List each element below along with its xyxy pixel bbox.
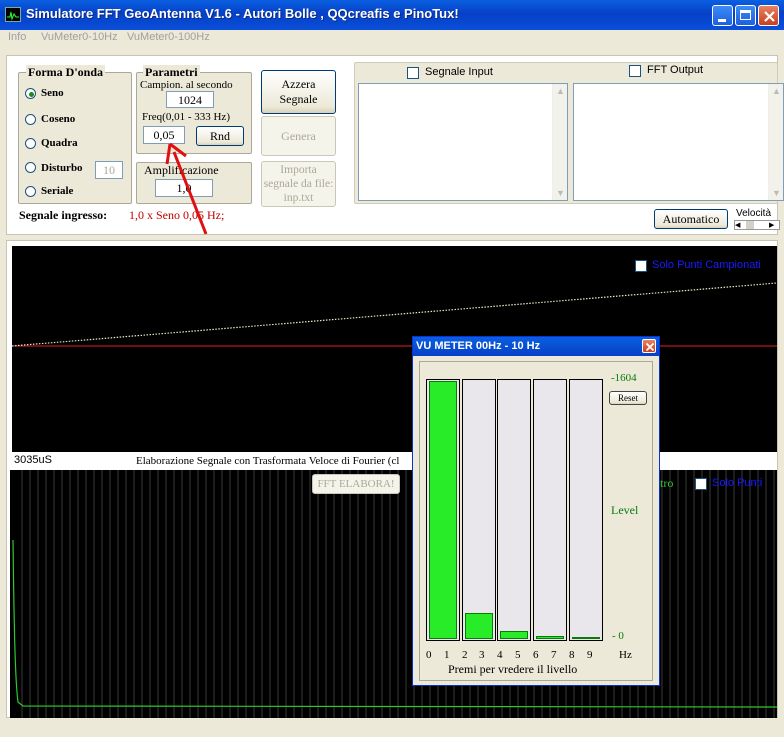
vu-axis-tick: 8	[569, 649, 575, 661]
vu-bar-cell	[462, 379, 496, 641]
vu-bar-cell	[497, 379, 531, 641]
title-bar[interactable]: Simulatore FFT GeoAntenna V1.6 - Autori …	[0, 0, 784, 30]
radio-seriale[interactable]	[25, 186, 36, 197]
vu-axis-tick: 6	[533, 649, 539, 661]
vu-axis-tick: 5	[515, 649, 521, 661]
segnale-ingresso-label: Segnale ingresso:	[19, 208, 108, 222]
freq-label: Freq(0,01 - 333 Hz)	[142, 111, 230, 123]
elapsed-time: 3035uS	[14, 454, 52, 466]
vu-top-value: -1604	[611, 372, 637, 384]
minimize-button[interactable]	[712, 5, 733, 26]
fft-output-checkbox[interactable]	[629, 65, 641, 77]
fft-output-label: FFT Output	[647, 64, 704, 76]
vu-level-label: Level	[611, 503, 639, 517]
radio-coseno[interactable]	[25, 114, 36, 125]
label-seno: Seno	[41, 87, 64, 99]
fft-output-graph: FFT ELABORA! tro Solo Punti	[10, 470, 777, 718]
importa-button[interactable]: Importa segnale da file: inp.txt	[261, 161, 336, 207]
red-arrow-annotation	[165, 142, 208, 235]
label-coseno: Coseno	[41, 113, 76, 125]
automatico-button[interactable]: Automatico	[654, 209, 728, 229]
vu-meter-titlebar[interactable]: VU METER 00Hz - 10 Hz	[413, 337, 659, 356]
genera-button[interactable]: Genera	[261, 116, 336, 156]
fft-output-list[interactable]: ▲ ▼	[573, 83, 784, 201]
campion-label: Campion. al secondo	[140, 79, 233, 91]
menu-vumeter-10[interactable]: VuMeter0-10Hz	[41, 31, 118, 43]
vu-axis-tick: 3	[479, 649, 485, 661]
vu-meter-title: VU METER 00Hz - 10 Hz	[416, 340, 541, 352]
vu-hint: Premi per vredere il livello	[448, 662, 578, 676]
segnale-input-checkbox[interactable]	[407, 67, 419, 79]
window-title: Simulatore FFT GeoAntenna V1.6 - Autori …	[26, 6, 459, 21]
vu-axis-tick: 4	[497, 649, 503, 661]
solo-punti-label: Solo Punti	[712, 477, 763, 489]
segnale-input-label: Segnale Input	[425, 66, 493, 78]
vu-bottom-value: - 0	[612, 630, 624, 642]
vu-meter-window[interactable]: VU METER 00Hz - 10 Hz -1604 Reset Level …	[412, 336, 660, 686]
output-list-scrollbar[interactable]: ▲ ▼	[768, 84, 783, 200]
solo-punti-campionati-checkbox[interactable]	[635, 260, 647, 272]
close-icon	[764, 11, 775, 22]
menu-vumeter-100[interactable]: VuMeter0-100Hz	[127, 31, 210, 43]
vu-bar	[536, 636, 564, 639]
vu-bar-cell	[533, 379, 567, 641]
signal-trace	[12, 282, 777, 347]
input-list-scrollbar[interactable]: ▲ ▼	[552, 84, 567, 200]
label-quadra: Quadra	[41, 137, 78, 149]
solo-punti-checkbox[interactable]	[695, 478, 707, 490]
radio-disturbo[interactable]	[25, 162, 36, 173]
input-signal-graph: Solo Punti Campionati	[12, 246, 777, 452]
vu-close-button[interactable]	[642, 339, 656, 353]
solo-punti-campionati-label: Solo Punti Campionati	[652, 259, 761, 271]
label-seriale: Seriale	[41, 185, 74, 197]
fft-elabora-button[interactable]: FFT ELABORA!	[312, 474, 400, 494]
fft-tro-label: tro	[660, 476, 674, 490]
vu-bar	[572, 637, 600, 639]
label-disturbo: Disturbo	[41, 162, 83, 174]
campion-input[interactable]: 1024	[166, 91, 214, 108]
vu-bar-cell	[569, 379, 603, 641]
vu-axis-tick: 7	[551, 649, 557, 661]
vu-axis-tick: 9	[587, 649, 593, 661]
radio-quadra[interactable]	[25, 138, 36, 149]
velocita-label: Velocità	[736, 208, 772, 219]
azzera-segnale-button[interactable]: Azzera Segnale	[261, 70, 336, 114]
status-strip: 3035uS Elaborazione Segnale con Trasform…	[10, 452, 777, 470]
radio-seno[interactable]	[25, 88, 36, 99]
disturbo-input[interactable]: 10	[95, 161, 123, 179]
scroll-down-icon[interactable]: ▼	[772, 188, 781, 198]
parametri-title: Parametri	[143, 65, 200, 80]
velocita-left-icon[interactable]: ◀	[735, 221, 745, 229]
vu-bar	[429, 381, 457, 639]
app-icon	[5, 7, 21, 22]
velocita-thumb[interactable]	[746, 221, 754, 229]
vu-reset-button[interactable]: Reset	[609, 391, 647, 405]
segnale-input-list[interactable]: ▲ ▼	[358, 83, 568, 201]
scroll-down-icon[interactable]: ▼	[556, 188, 565, 198]
vu-axis-tick: 1	[444, 649, 450, 661]
vu-bar	[500, 631, 528, 639]
menu-bar: Info VuMeter0-10Hz VuMeter0-100Hz	[0, 30, 784, 48]
vu-bar-cell	[426, 379, 460, 641]
fft-grid	[21, 470, 775, 718]
vu-bar	[465, 613, 493, 639]
scroll-up-icon[interactable]: ▲	[772, 86, 781, 96]
vu-axis-unit: Hz	[619, 649, 632, 661]
velocita-right-icon[interactable]: ▶	[769, 221, 779, 229]
close-icon	[645, 342, 655, 352]
menu-info[interactable]: Info	[8, 31, 26, 43]
status-text: Elaborazione Segnale con Trasformata Vel…	[136, 455, 400, 467]
scroll-up-icon[interactable]: ▲	[556, 86, 565, 96]
vu-axis-tick: 2	[462, 649, 468, 661]
forma-onda-title: Forma D'onda	[26, 65, 105, 80]
velocita-slider[interactable]: ◀ ▶	[734, 220, 780, 230]
close-button[interactable]	[758, 5, 779, 26]
maximize-button[interactable]	[735, 5, 756, 26]
vu-axis-tick: 0	[426, 649, 432, 661]
